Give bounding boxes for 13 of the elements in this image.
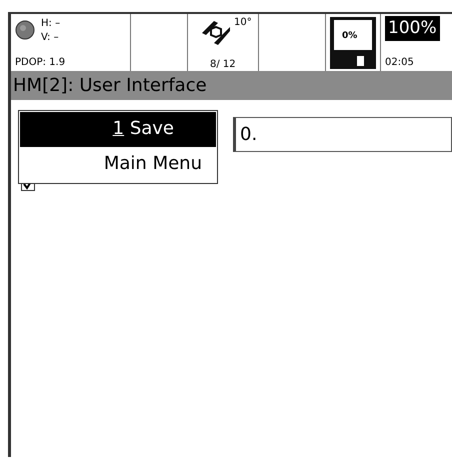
input-field[interactable]: 0.	[233, 117, 452, 152]
window-title: HM[2]: User Interface	[11, 72, 452, 100]
position-v-text: V: –	[41, 33, 59, 43]
menu-item[interactable]: Main Menu	[20, 147, 216, 182]
mask-angle-text: 10°	[234, 18, 252, 28]
time-text: 02:05	[385, 58, 414, 68]
battery-percent-text: 100%	[385, 16, 440, 41]
satellite-count-text: 8/ 12	[210, 60, 236, 70]
globe-icon	[15, 20, 35, 40]
position-h-text: H: –	[41, 19, 60, 29]
pdop-text: PDOP: 1.9	[15, 58, 66, 68]
menu-item[interactable]: 1 Save	[20, 112, 216, 147]
storage-percent-text: 0%	[342, 32, 358, 41]
